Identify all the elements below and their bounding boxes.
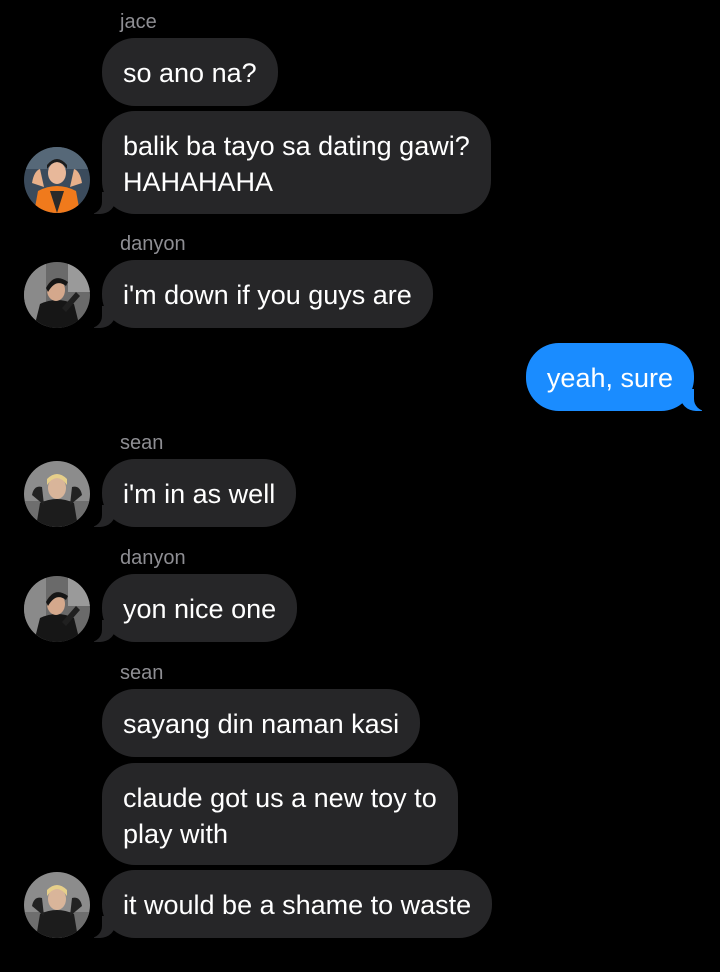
message-text: i'm in as well — [123, 479, 276, 509]
message-bubble[interactable]: it would be a shame to waste — [89, 870, 493, 938]
avatar-danyon[interactable] — [24, 576, 90, 642]
message-text: so ano na? — [123, 58, 257, 88]
message-bubble[interactable]: i'm down if you guys are — [90, 260, 433, 328]
sender-name: danyon — [120, 547, 186, 569]
message-bubble[interactable]: sayang din naman kasi — [102, 689, 421, 757]
message-text: i'm down if you guys are — [123, 280, 412, 310]
message-bubble[interactable]: so ano na? — [102, 38, 278, 106]
avatar-sean[interactable] — [24, 872, 90, 938]
avatar-sean[interactable] — [24, 461, 90, 527]
message-bubble-outgoing[interactable]: yeah, sure — [525, 343, 707, 411]
message-text: play with — [123, 819, 229, 849]
message-bubble[interactable]: balik ba tayo sa dating gawi? HAHAHAHA — [90, 111, 491, 214]
avatar-jace[interactable] — [24, 147, 90, 213]
message-bubble[interactable]: yon nice one — [89, 574, 298, 642]
message-thread[interactable]: jace so ano na? balik ba tayo sa dating … — [0, 0, 720, 972]
person-photo-icon — [24, 262, 90, 328]
person-photo-icon — [24, 461, 90, 527]
avatar-danyon[interactable] — [24, 262, 90, 328]
person-photo-icon — [24, 872, 90, 938]
message-text: yeah, sure — [546, 363, 673, 393]
sender-name: jace — [120, 11, 157, 33]
sender-name: sean — [120, 432, 164, 454]
message-text: balik ba tayo sa dating gawi? — [123, 131, 470, 161]
person-photo-icon — [24, 147, 90, 213]
message-text: sayang din naman kasi — [123, 709, 400, 739]
sender-name: sean — [120, 662, 164, 684]
person-photo-icon — [24, 576, 90, 642]
message-text: claude got us a new toy to — [123, 783, 437, 813]
message-text: yon nice one — [123, 594, 277, 624]
message-text: it would be a shame to waste — [123, 890, 472, 920]
message-bubble[interactable]: i'm in as well — [89, 459, 297, 527]
message-bubble[interactable]: claude got us a new toy to play with — [102, 763, 458, 865]
sender-name: danyon — [120, 233, 186, 255]
message-text: HAHAHAHA — [123, 167, 274, 197]
